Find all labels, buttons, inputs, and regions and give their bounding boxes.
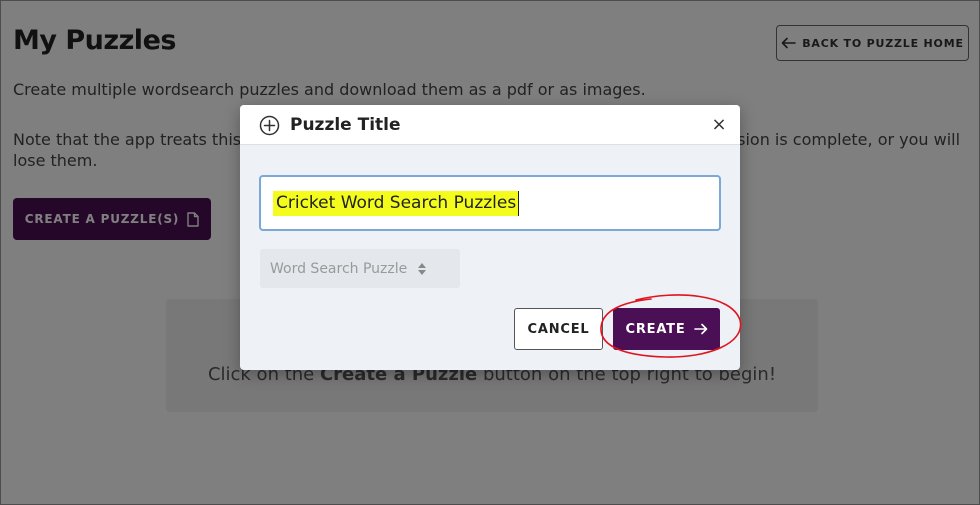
- close-icon[interactable]: ×: [711, 116, 727, 134]
- puzzle-title-input[interactable]: Cricket Word Search Puzzles: [259, 175, 721, 231]
- puzzle-type-value: Word Search Puzzle: [270, 260, 408, 277]
- puzzle-title-modal: Puzzle Title × Cricket Word Search Puzzl…: [240, 105, 740, 370]
- arrow-right-icon: [693, 323, 707, 335]
- create-button[interactable]: CREATE: [613, 308, 720, 350]
- create-button-label: CREATE: [625, 321, 686, 337]
- plus-circle-icon: [259, 115, 280, 136]
- puzzle-title-value: Cricket Word Search Puzzles: [273, 191, 520, 216]
- puzzle-type-select[interactable]: Word Search Puzzle: [260, 249, 460, 288]
- cancel-button[interactable]: CANCEL: [514, 308, 603, 350]
- updown-chevron-icon: [418, 262, 427, 275]
- modal-header: Puzzle Title ×: [240, 105, 740, 145]
- modal-title: Puzzle Title: [290, 115, 401, 135]
